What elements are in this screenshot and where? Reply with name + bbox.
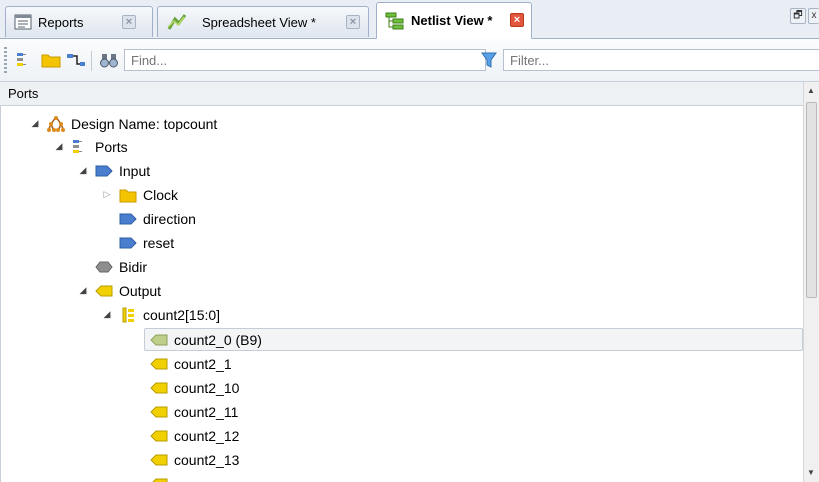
tree-node-label: Clock [143, 186, 179, 203]
filter-input[interactable] [503, 49, 819, 71]
tab-label: Reports [38, 14, 84, 30]
bus-icon [122, 307, 134, 322]
tab-spreadsheet-view[interactable]: Spreadsheet View * × [157, 6, 369, 37]
design-icon [47, 115, 65, 132]
tree-node-label: count2[15:0] [143, 306, 221, 323]
folder-icon[interactable] [41, 51, 61, 69]
collapse-arrow-icon[interactable]: ▷ [101, 189, 113, 200]
tree-node-label: Bidir [119, 258, 148, 275]
input-port-icon [119, 237, 137, 248]
tab-label: Spreadsheet View * [202, 14, 316, 30]
tab-bar: Reports × Spreadsheet View * × Netlist V… [0, 0, 819, 39]
net-icon[interactable] [66, 51, 86, 69]
tab-reports[interactable]: Reports × [5, 6, 153, 37]
vertical-scrollbar[interactable]: ▲ ▼ [803, 82, 819, 482]
find-input[interactable] [124, 49, 486, 71]
expand-arrow-icon[interactable]: ◢ [101, 309, 113, 320]
output-port-icon [151, 478, 168, 482]
tree-node-direction[interactable]: direction [113, 207, 196, 230]
scrollbar-thumb[interactable] [806, 102, 817, 298]
expand-arrow-icon[interactable]: ◢ [53, 141, 65, 152]
tree-node-label: Output [119, 282, 162, 299]
panel-header: Ports [0, 82, 803, 106]
tree-node-output[interactable]: ◢ Output [77, 279, 162, 302]
tree-node-ports[interactable]: ◢ Ports [53, 135, 128, 158]
output-port-icon [150, 382, 168, 393]
tree-node-clock[interactable]: ▷ Clock [101, 183, 178, 206]
tree-node-label: count2_1 [174, 355, 232, 372]
tree-node-bidir[interactable]: Bidir [89, 255, 147, 278]
output-port-icon [150, 358, 168, 369]
tree-node-count2-13[interactable]: count2_13 [144, 448, 239, 471]
scroll-down-icon[interactable]: ▼ [807, 468, 815, 477]
close-icon[interactable]: × [510, 13, 524, 27]
tree-node-label: count2_10 [174, 379, 240, 396]
binoculars-icon[interactable] [99, 51, 119, 69]
toolbar [0, 39, 819, 82]
tree-node-label: count2_12 [174, 427, 240, 444]
tree-node-label: count2_0 (B9) [174, 331, 262, 348]
input-port-icon [119, 213, 137, 224]
tab-netlist-view[interactable]: Netlist View * × [376, 2, 532, 39]
expand-arrow-icon[interactable]: ◢ [77, 285, 89, 296]
tree-node-label: direction [143, 210, 196, 227]
toolbar-grip[interactable] [4, 47, 7, 73]
ports-icon[interactable] [15, 51, 35, 69]
close-window-button[interactable]: x [808, 8, 819, 24]
tree-node-label: Ports [95, 138, 128, 155]
output-port-icon [95, 285, 113, 296]
spreadsheet-icon [167, 14, 187, 30]
expand-arrow-icon[interactable]: ◢ [29, 118, 41, 129]
netlist-icon [385, 12, 404, 29]
folder-icon [119, 189, 137, 202]
output-port-icon [150, 454, 168, 465]
tree-node-input[interactable]: ◢ Input [77, 159, 151, 182]
expand-arrow-icon[interactable]: ◢ [77, 165, 89, 176]
output-port-icon [150, 406, 168, 417]
ports-icon [73, 139, 82, 153]
tree-view: ◢ Design Name: topcount ◢ Ports ◢ Input … [0, 106, 803, 482]
close-icon[interactable]: × [122, 15, 136, 29]
tree-node-count2-12[interactable]: count2_12 [144, 424, 239, 447]
close-icon[interactable]: × [346, 15, 360, 29]
tree-node-label: Design Name: topcount [71, 115, 218, 132]
tree-node-label: count2_11 [174, 403, 239, 420]
input-port-icon [95, 165, 113, 176]
tree-node-label: reset [143, 234, 175, 251]
restore-window-button[interactable]: 🗗 [790, 8, 806, 24]
tree-node-count2-bus[interactable]: ◢ count2[15:0] [101, 303, 221, 326]
output-port-icon [150, 430, 168, 441]
tree-node-count2-11[interactable]: count2_11 [144, 400, 238, 423]
filter-icon[interactable] [481, 51, 497, 69]
tree-node-count2-0[interactable]: count2_0 (B9) [144, 328, 803, 351]
output-port-icon [150, 334, 168, 345]
tree-node-label: Input [119, 162, 151, 179]
tree-node-partial [144, 472, 174, 482]
tree-node-count2-10[interactable]: count2_10 [144, 376, 239, 399]
panel-title: Ports [8, 86, 39, 101]
toolbar-separator [91, 51, 92, 71]
tree-node-reset[interactable]: reset [113, 231, 174, 254]
report-icon [14, 14, 32, 30]
tree-node-design[interactable]: ◢ Design Name: topcount [29, 112, 217, 135]
scroll-up-icon[interactable]: ▲ [807, 86, 815, 95]
tab-label: Netlist View * [411, 13, 493, 28]
tree-node-count2-1[interactable]: count2_1 [144, 352, 232, 375]
tree-node-label: count2_13 [174, 451, 240, 468]
bidir-port-icon [95, 261, 113, 272]
